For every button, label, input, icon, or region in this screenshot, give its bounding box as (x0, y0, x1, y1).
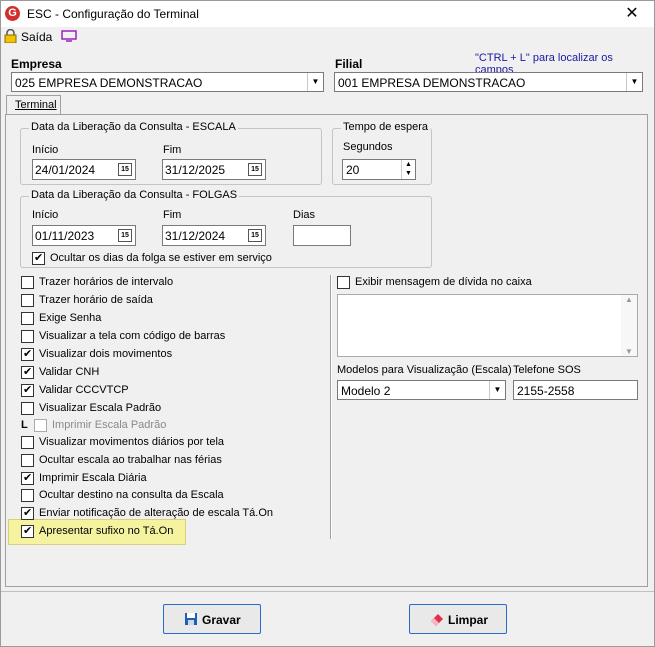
modelo-value: Modelo 2 (341, 384, 391, 398)
calendar-icon[interactable]: 15 (248, 229, 262, 242)
option-label: Apresentar sufixo no Tá.On (39, 525, 174, 537)
checkbox[interactable] (337, 276, 350, 289)
chevron-down-icon[interactable]: ▼ (626, 73, 642, 91)
folgas-inicio-label: Início (32, 209, 59, 221)
espera-group-title: Tempo de espera (341, 121, 430, 133)
checkbox (34, 419, 47, 432)
checkbox[interactable] (21, 454, 34, 467)
folgas-inicio-value: 01/11/2023 (35, 229, 95, 243)
chevron-down-icon[interactable]: ▼ (489, 381, 505, 399)
escala-inicio-label: Início (32, 144, 59, 156)
empresa-value: 025 EMPRESA DEMONSTRACAO (15, 76, 203, 90)
calendar-icon[interactable]: 15 (118, 163, 132, 176)
checkbox[interactable] (21, 506, 34, 520)
eraser-icon (431, 614, 443, 626)
option-label: Visualizar Escala Padrão (39, 402, 162, 414)
option-label: Imprimir Escala Diária (39, 472, 147, 484)
save-icon (185, 613, 197, 625)
option-label: Ocultar escala ao trabalhar nas férias (39, 454, 222, 466)
calendar-icon[interactable]: 15 (118, 229, 132, 242)
mensagem-textarea[interactable]: ▲ ▼ (337, 294, 638, 357)
option-label: Visualizar dois movimentos (39, 348, 173, 360)
lock-icon[interactable] (4, 29, 17, 43)
checkbox[interactable] (21, 347, 34, 361)
empresa-label: Empresa (11, 57, 62, 71)
folgas-inicio-date[interactable]: 01/11/2023 15 (32, 225, 136, 246)
scroll-up-icon[interactable]: ▲ (621, 295, 637, 304)
monitor-icon[interactable] (61, 30, 77, 42)
option-label: Validar CCCVTCP (39, 384, 129, 396)
divida-label: Exibir mensagem de dívida no caixa (355, 276, 532, 288)
close-button[interactable]: ✕ (610, 1, 654, 27)
toolbar: Saída (1, 27, 654, 47)
escala-fim-value: 31/12/2025 (165, 163, 226, 177)
option-label: Trazer horário de saída (39, 294, 153, 306)
folgas-fim-label: Fim (163, 209, 182, 221)
dias-label: Dias (293, 209, 316, 221)
bottom-bar (1, 591, 654, 647)
folgas-fim-value: 31/12/2024 (165, 229, 226, 243)
checkbox[interactable] (21, 330, 34, 343)
option-label: Visualizar a tela com código de barras (39, 330, 226, 342)
option-label: Visualizar movimentos diários por tela (39, 436, 225, 448)
option-label: Imprimir Escala Padrão (52, 419, 167, 431)
modelos-label: Modelos para Visualização (Escala) (337, 364, 512, 376)
segundos-stepper[interactable]: 20 ▲ ▼ (342, 159, 416, 180)
tree-connector-icon: L (21, 419, 28, 431)
checkbox[interactable] (21, 365, 34, 379)
limpar-button[interactable]: Limpar (409, 604, 507, 634)
tab-terminal[interactable]: Terminal (6, 95, 61, 115)
gravar-button[interactable]: Gravar (163, 604, 261, 634)
escala-fim-label: Fim (163, 144, 182, 156)
empresa-select[interactable]: 025 EMPRESA DEMONSTRACAO ▼ (11, 72, 324, 92)
checkbox[interactable] (21, 524, 34, 538)
escala-inicio-value: 24/01/2024 (35, 163, 96, 177)
option-label: Exige Senha (39, 312, 102, 324)
filial-select[interactable]: 001 EMPRESA DEMONSTRACAO ▼ (334, 72, 643, 92)
option-label: Enviar notificação de alteração de escal… (39, 507, 273, 519)
checkbox[interactable] (21, 436, 34, 449)
option-label: Validar CNH (39, 366, 100, 378)
window: G ESC - Configuração do Terminal ✕ Saída… (0, 0, 655, 647)
checkbox[interactable] (21, 471, 34, 485)
spin-arrows-icon[interactable]: ▲ ▼ (401, 160, 415, 179)
escala-group-title: Data da Liberação da Consulta - ESCALA (29, 121, 238, 133)
escala-inicio-date[interactable]: 24/01/2024 15 (32, 159, 136, 180)
folgas-group-title: Data da Liberação da Consulta - FOLGAS (29, 189, 240, 201)
checkbox[interactable] (21, 383, 34, 397)
limpar-label: Limpar (448, 613, 489, 627)
scrollbar[interactable]: ▲ ▼ (621, 295, 637, 356)
scroll-down-icon[interactable]: ▼ (621, 347, 637, 356)
option-label: Ocultar destino na consulta da Escala (39, 489, 224, 501)
folgas-fim-date[interactable]: 31/12/2024 15 (162, 225, 266, 246)
telefone-label: Telefone SOS (513, 364, 581, 376)
vertical-divider (330, 275, 332, 539)
saida-button[interactable]: Saída (21, 30, 52, 44)
chevron-down-icon[interactable]: ▼ (307, 73, 323, 91)
gravar-label: Gravar (202, 613, 241, 627)
option-label: Trazer horários de intervalo (39, 276, 174, 288)
escala-fim-date[interactable]: 31/12/2025 15 (162, 159, 266, 180)
dias-input[interactable] (293, 225, 351, 246)
segundos-value: 20 (346, 163, 360, 177)
app-logo-icon: G (5, 6, 20, 21)
filial-label: Filial (335, 57, 363, 71)
checkbox[interactable] (21, 312, 34, 325)
checkbox[interactable] (21, 489, 34, 502)
tab-terminal-label: Terminal (15, 99, 57, 111)
ocultar-folga-label: Ocultar os dias da folga se estiver em s… (50, 252, 272, 264)
modelo-select[interactable]: Modelo 2 ▼ (337, 380, 506, 400)
calendar-icon[interactable]: 15 (248, 163, 262, 176)
checkbox[interactable] (32, 251, 45, 265)
checkbox[interactable] (21, 294, 34, 307)
telefone-value: 2155-2558 (517, 384, 575, 398)
filial-value: 001 EMPRESA DEMONSTRACAO (338, 76, 526, 90)
title-bar: G ESC - Configuração do Terminal ✕ (1, 1, 654, 27)
checkbox[interactable] (21, 402, 34, 415)
telefone-input[interactable]: 2155-2558 (513, 380, 638, 400)
checkbox[interactable] (21, 276, 34, 289)
window-title: ESC - Configuração do Terminal (27, 7, 199, 21)
segundos-label: Segundos (343, 141, 393, 153)
